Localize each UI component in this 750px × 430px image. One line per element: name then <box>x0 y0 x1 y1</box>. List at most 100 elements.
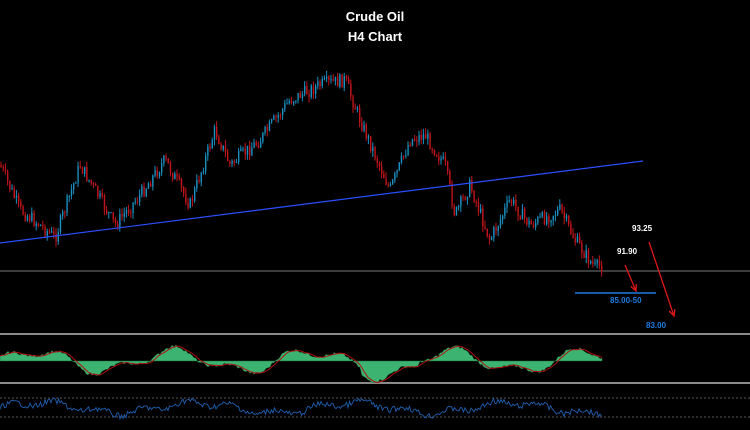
candle-body <box>227 152 229 161</box>
candle-body <box>44 226 46 236</box>
candle-body <box>480 208 482 212</box>
candle-body <box>354 107 356 110</box>
candle-body <box>213 126 216 140</box>
candle-body <box>466 196 469 200</box>
candle-body <box>178 176 180 179</box>
candle-body <box>304 85 306 94</box>
candle-body <box>211 139 213 149</box>
candle-body <box>341 74 343 88</box>
candle-body <box>526 217 528 225</box>
candle-body <box>539 216 541 218</box>
candle-body <box>103 195 106 210</box>
candle-body <box>422 134 425 140</box>
candle-body <box>572 233 574 239</box>
candle-body <box>29 216 31 222</box>
candle-body <box>594 262 596 264</box>
candle-body <box>57 232 59 242</box>
candle-body <box>337 76 339 87</box>
candle-body <box>548 216 550 223</box>
candle-body <box>535 222 537 228</box>
candle-body <box>150 183 152 187</box>
candle-body <box>497 226 499 231</box>
candle-body <box>238 150 240 162</box>
candle-body <box>191 198 194 201</box>
candle-body <box>145 188 147 197</box>
histogram-area <box>0 344 603 383</box>
candle-body <box>35 223 37 226</box>
candle-body <box>563 211 565 219</box>
candle-body <box>224 145 227 153</box>
candle-body <box>513 199 515 204</box>
candle-body <box>312 85 315 94</box>
candle-body <box>183 187 185 194</box>
candle-body <box>108 212 110 214</box>
candle-body <box>493 227 495 238</box>
candle-body <box>315 85 317 94</box>
candle-body <box>506 200 508 208</box>
candle-body <box>31 212 33 222</box>
candle-body <box>299 92 301 99</box>
candle-body <box>317 81 319 86</box>
candle-body <box>409 145 411 147</box>
arrow-to-83 <box>648 241 675 317</box>
candle-body <box>343 76 345 88</box>
candle-body <box>132 202 134 213</box>
candle-body <box>385 178 387 185</box>
candle-body <box>51 231 53 233</box>
candle-body <box>18 195 20 202</box>
candle-body <box>570 223 572 234</box>
candle-body <box>352 96 354 108</box>
candle-body <box>200 172 202 183</box>
candle-body <box>332 79 334 81</box>
candle-body <box>370 136 372 152</box>
candle-body <box>97 185 99 197</box>
candle-body <box>139 194 141 202</box>
candle-body <box>279 115 282 117</box>
candle-body <box>117 223 119 228</box>
candle-body <box>583 252 585 258</box>
candle-body <box>15 195 18 198</box>
candle-body <box>273 116 275 120</box>
candle-body <box>576 236 579 243</box>
candle-body <box>68 195 70 197</box>
candle-body <box>554 214 557 216</box>
candle-body <box>449 171 451 184</box>
candle-body <box>125 210 128 214</box>
candle-body <box>367 136 370 139</box>
candle-body <box>372 147 374 152</box>
candle-body <box>486 228 488 236</box>
candle-body <box>398 162 400 171</box>
trendline <box>0 160 644 244</box>
candle-body <box>48 231 51 233</box>
candle-body <box>286 103 288 105</box>
candle-body <box>427 133 429 139</box>
candle-body <box>37 223 40 226</box>
candle-body <box>55 233 57 242</box>
candle-body <box>596 260 598 263</box>
candle-body <box>515 199 517 207</box>
candle-body <box>550 220 552 223</box>
candle-body <box>389 184 392 186</box>
chart-subtitle: H4 Chart <box>347 29 403 44</box>
candle-body <box>92 183 95 185</box>
label-93-25: 93.25 <box>632 224 653 233</box>
candle-body <box>242 148 244 150</box>
candle-body <box>101 193 103 196</box>
candle-body <box>418 134 420 142</box>
candle-body <box>33 212 35 226</box>
candle-body <box>524 208 526 218</box>
candle-body <box>541 212 543 217</box>
candle-body <box>112 212 114 220</box>
candle-body <box>508 200 510 202</box>
candle-body <box>394 173 396 180</box>
candle-body <box>451 183 453 206</box>
candle-body <box>244 148 246 155</box>
candle-body <box>42 224 44 227</box>
candle-body <box>130 212 132 214</box>
pane-separator <box>0 333 750 335</box>
candle-body <box>502 215 504 220</box>
price-chart <box>0 70 750 421</box>
candle-body <box>196 179 198 189</box>
candle-body <box>469 179 471 197</box>
candle-body <box>180 178 183 188</box>
